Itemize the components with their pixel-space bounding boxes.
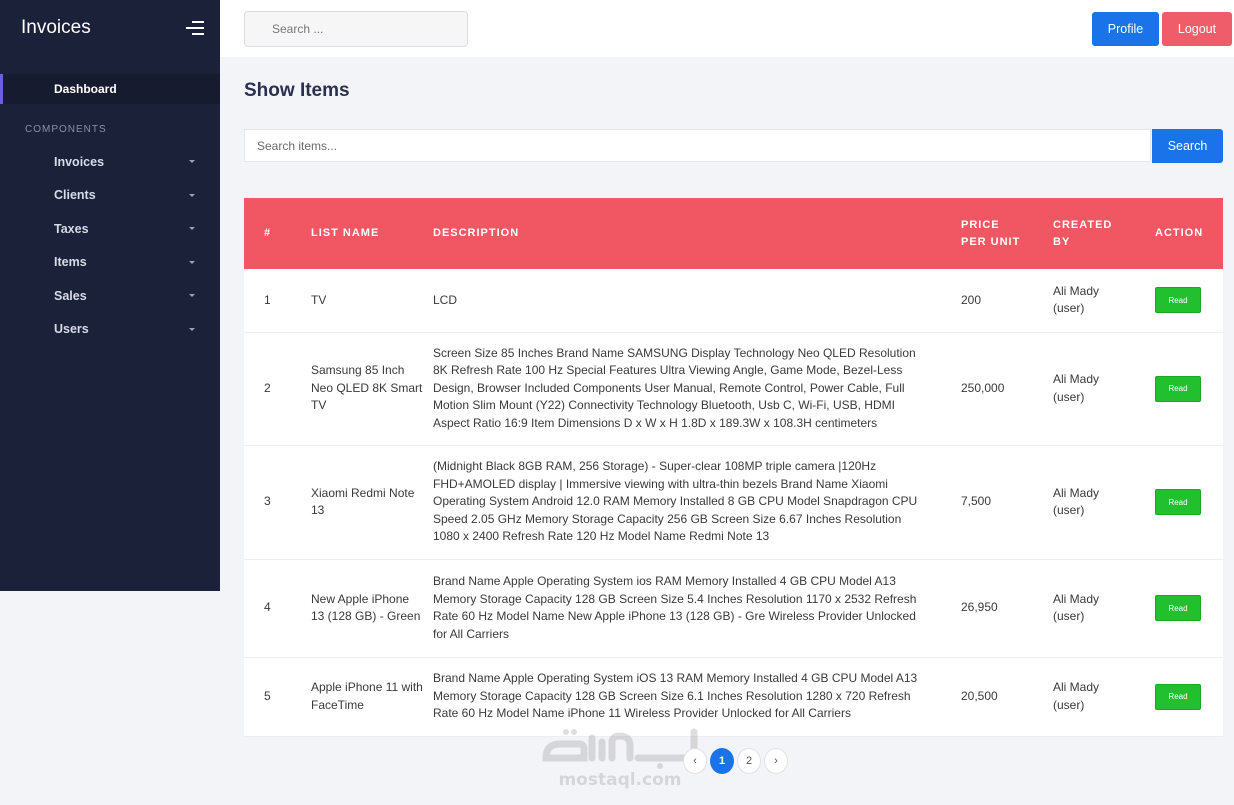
cell-created-by: Ali Mady (user)	[1053, 283, 1100, 316]
cell-price: 26,950	[961, 600, 998, 615]
profile-button[interactable]: Profile	[1092, 12, 1159, 46]
cell-list-name: Xiaomi Redmi Note 13	[311, 485, 415, 518]
column-header-action: ACTION	[1155, 227, 1204, 239]
topbar: Profile Logout	[220, 0, 1234, 57]
cell-price: 250,000	[961, 380, 1005, 395]
caret-down-icon	[189, 327, 195, 331]
cell-price: 200	[961, 292, 982, 307]
pagination-next-button[interactable]: ›	[764, 748, 788, 774]
cell-action: Read	[1155, 269, 1223, 332]
table-row: 4 New Apple iPhone 13 (128 GB) - Green B…	[244, 559, 1223, 657]
cell-created-by: Ali Mady (user)	[1053, 372, 1100, 404]
cell-created-by: Ali Mady (user)	[1053, 680, 1100, 712]
column-header-number: #	[264, 227, 272, 239]
cell-description: Brand Name Apple Operating System ios RA…	[433, 574, 917, 641]
pagination: ‹ 1 2 ›	[683, 748, 788, 774]
cell-created-by: Ali Mady (user)	[1053, 485, 1100, 518]
items-search-button[interactable]: Search	[1152, 129, 1223, 163]
sidebar-item-dashboard[interactable]: Dashboard	[0, 74, 220, 104]
cell-number: 3	[264, 494, 271, 509]
column-header-list-name: LIST NAME	[311, 227, 380, 239]
sidebar-item-label: Users	[54, 322, 89, 337]
sidebar-item-items[interactable]: Items	[0, 246, 220, 280]
read-button[interactable]: Read	[1155, 683, 1201, 710]
table-row: 3 Xiaomi Redmi Note 13 (Midnight Black 8…	[244, 445, 1223, 559]
pagination-page-2[interactable]: 2	[737, 748, 761, 774]
table-header-row: # LIST NAME DESCRIPTION PRICE PER UNIT C…	[244, 198, 1223, 269]
cell-created-by: Ali Mady (user)	[1053, 591, 1100, 624]
cell-number: 2	[264, 380, 271, 395]
cell-price: 7,500	[961, 494, 992, 509]
sidebar-item-sales[interactable]: Sales	[0, 279, 220, 313]
hamburger-menu-icon[interactable]	[186, 21, 204, 35]
items-table: # LIST NAME DESCRIPTION PRICE PER UNIT C…	[244, 198, 1223, 737]
cell-action: Read	[1155, 445, 1223, 559]
caret-down-icon	[189, 294, 195, 298]
brand-title: Invoices	[21, 17, 91, 38]
read-button[interactable]: Read	[1155, 595, 1201, 621]
cell-list-name: Apple iPhone 11 with FaceTime	[311, 680, 423, 712]
table-row: 1 TV LCD 200 Ali Mady (user) Read	[244, 269, 1223, 332]
logout-button[interactable]: Logout	[1162, 12, 1232, 46]
page-title: Show Items	[244, 80, 350, 101]
cell-action: Read	[1155, 332, 1223, 445]
cell-list-name: Samsung 85 Inch Neo QLED 8K Smart TV	[311, 363, 423, 413]
table-row: 2 Samsung 85 Inch Neo QLED 8K Smart TV S…	[244, 332, 1223, 445]
column-header-price: PRICE PER UNIT	[961, 218, 1021, 248]
sidebar-item-label: Taxes	[54, 221, 89, 236]
sidebar-item-clients[interactable]: Clients	[0, 179, 220, 213]
global-search-input[interactable]	[244, 11, 468, 47]
sidebar-nav: Invoices Clients Taxes Items Sales Users	[0, 145, 220, 346]
cell-action: Read	[1155, 657, 1223, 736]
sidebar-item-label: Items	[54, 255, 87, 270]
cell-number: 5	[264, 688, 271, 703]
sidebar: Invoices Dashboard COMPONENTS Invoices C…	[0, 0, 220, 591]
cell-number: 1	[264, 292, 271, 307]
sidebar-item-users[interactable]: Users	[0, 313, 220, 347]
read-button[interactable]: Read	[1155, 287, 1201, 314]
pagination-page-1[interactable]: 1	[710, 748, 734, 774]
cell-list-name: TV	[311, 292, 327, 307]
cell-description: Brand Name Apple Operating System iOS 13…	[433, 671, 918, 721]
cell-number: 4	[264, 600, 271, 615]
watermark-text: mostaql.com	[558, 770, 682, 790]
caret-down-icon	[189, 227, 195, 231]
caret-down-icon	[189, 193, 195, 197]
sidebar-item-label: Clients	[54, 188, 96, 203]
sidebar-item-label: Invoices	[54, 154, 105, 169]
column-header-created-by: CREATED BY	[1053, 218, 1113, 248]
items-search-input[interactable]	[244, 129, 1151, 162]
items-table-container: # LIST NAME DESCRIPTION PRICE PER UNIT C…	[244, 198, 1223, 737]
cell-description: (Midnight Black 8GB RAM, 256 Storage) - …	[433, 459, 918, 544]
cell-price: 20,500	[961, 688, 998, 703]
sidebar-item-label: Sales	[54, 288, 87, 303]
pagination-prev-button[interactable]: ‹	[683, 748, 707, 774]
read-button[interactable]: Read	[1155, 489, 1201, 515]
caret-down-icon	[189, 260, 195, 264]
section-label-components: COMPONENTS	[25, 124, 107, 135]
caret-down-icon	[189, 160, 195, 164]
cell-description: Screen Size 85 Inches Brand Name SAMSUNG…	[433, 345, 916, 430]
sidebar-item-invoices[interactable]: Invoices	[0, 145, 220, 179]
cell-description: LCD	[433, 292, 458, 307]
cell-action: Read	[1155, 559, 1223, 657]
sidebar-item-taxes[interactable]: Taxes	[0, 212, 220, 246]
read-button[interactable]: Read	[1155, 375, 1201, 402]
table-row: 5 Apple iPhone 11 with FaceTime Brand Na…	[244, 657, 1223, 736]
sidebar-header: Invoices	[0, 0, 220, 56]
cell-list-name: New Apple iPhone 13 (128 GB) - Green	[311, 591, 421, 624]
column-header-description: DESCRIPTION	[433, 227, 520, 239]
